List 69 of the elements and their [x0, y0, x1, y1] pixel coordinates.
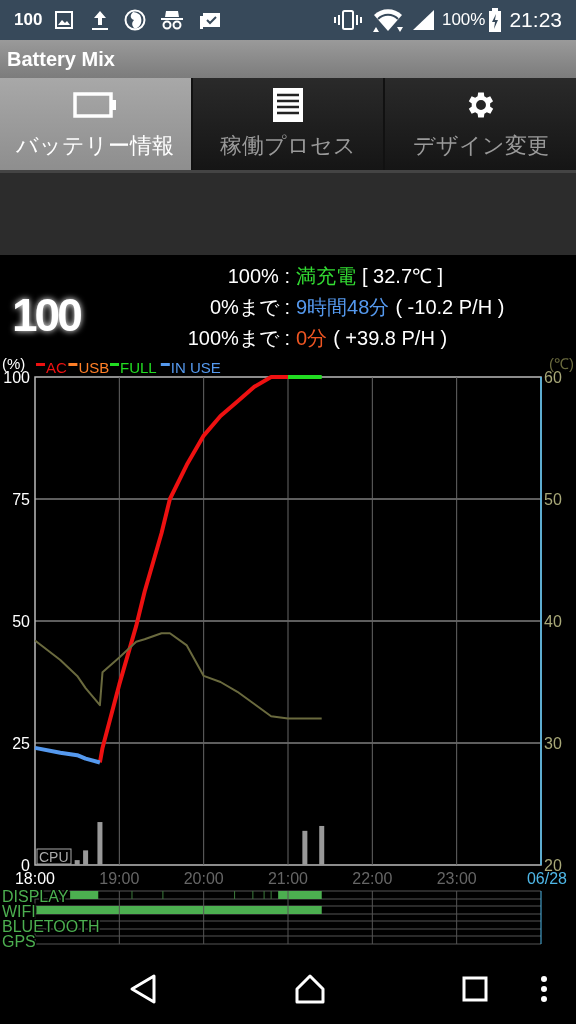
activity-tick	[234, 890, 236, 900]
clock-text: 21:23	[509, 7, 562, 34]
battery-charging-icon	[489, 8, 502, 32]
legend-label: USB	[78, 359, 110, 376]
activity-tick	[131, 890, 133, 900]
x-tick-label: 22:00	[352, 870, 393, 887]
row-label: 100% :	[226, 264, 291, 289]
activity-tick	[263, 890, 265, 900]
activity-label: GPS	[2, 933, 36, 950]
cpu-label: CPU	[36, 848, 72, 865]
legend-item: USB	[68, 359, 110, 376]
upload-icon	[90, 9, 111, 31]
x-tick-label: 20:00	[183, 870, 224, 887]
notification-text: 100	[14, 9, 43, 32]
row-detail: [ 32.7℃ ]	[362, 264, 444, 289]
image-icon	[54, 10, 75, 30]
list-icon	[273, 87, 303, 122]
activity-label: DISPLAY	[2, 888, 69, 905]
activity-tick	[252, 890, 254, 900]
legend-item: IN USE	[160, 359, 221, 376]
legend-label: FULL	[120, 359, 157, 376]
row-value: 0分	[296, 326, 329, 351]
cpu-bar	[97, 822, 103, 865]
row-detail: ( -10.2 P/H )	[395, 295, 505, 320]
row-label: 100%まで :	[186, 326, 291, 351]
x-tick-label: 23:00	[436, 870, 477, 887]
battery-icon	[73, 90, 118, 119]
vibrate-icon	[333, 9, 362, 31]
y2-tick-label: 30	[544, 735, 562, 752]
row-value: 9時間48分	[296, 295, 391, 320]
cpu-bar	[74, 860, 80, 865]
row-value: 満充電	[296, 264, 357, 289]
app-title: Battery Mix	[7, 47, 115, 72]
more-options-icon[interactable]	[540, 975, 548, 1003]
legend-label: AC	[46, 359, 67, 376]
y-axis-label: (%)	[2, 355, 26, 372]
y-tick-label: 25	[12, 735, 30, 752]
y-tick-label: 50	[12, 613, 30, 630]
legend-label: IN USE	[170, 359, 221, 376]
activity-tick	[162, 890, 164, 900]
y2-tick-label: 40	[544, 613, 562, 630]
legend-item: FULL	[110, 359, 157, 376]
activity-bar	[70, 891, 99, 899]
y-tick-label: 75	[12, 491, 30, 508]
activity-label: WIFI	[2, 903, 36, 920]
x-tick-label: 19:00	[99, 870, 140, 887]
activity-tick	[270, 890, 272, 900]
battery-level-number: 100	[12, 288, 80, 343]
back-icon[interactable]	[128, 973, 158, 1005]
signal-icon	[411, 9, 436, 31]
y2-tick-label: 50	[544, 491, 562, 508]
cpu-bar	[319, 825, 325, 865]
x-tick-label: 21:00	[268, 870, 308, 887]
activity-label: BLUETOOTH	[2, 918, 100, 935]
globe-icon	[124, 9, 147, 31]
cpu-bar	[302, 830, 308, 865]
cpu-bar	[83, 850, 89, 865]
y2-axis-label: (℃)	[549, 355, 574, 372]
recents-icon[interactable]	[462, 976, 488, 1002]
home-icon[interactable]	[294, 973, 326, 1005]
battery-percent: 100%	[441, 9, 486, 32]
row-label: 0%まで :	[208, 295, 291, 320]
tab[interactable]: 稼働プロセス	[192, 78, 384, 170]
activity-bar	[278, 891, 322, 899]
tab[interactable]: デザイン変更	[385, 78, 576, 170]
row-detail: ( +39.8 P/H )	[333, 326, 448, 351]
incognito-icon	[160, 9, 185, 31]
legend-item: AC	[36, 359, 67, 376]
wifi-icon	[371, 7, 404, 33]
